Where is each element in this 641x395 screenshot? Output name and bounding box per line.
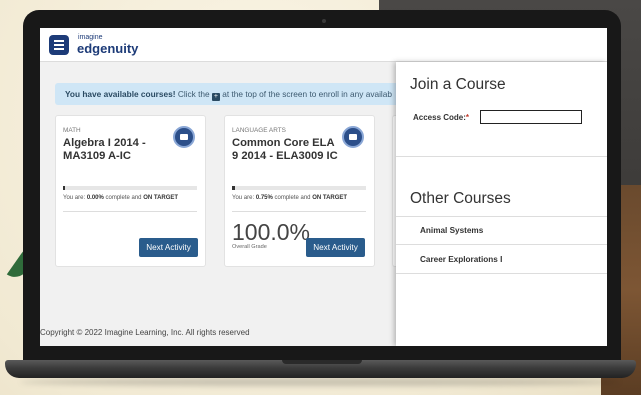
next-activity-button[interactable]: Next Activity	[139, 238, 198, 257]
course-title[interactable]: Algebra I 2014 - MA3109 A-IC	[63, 137, 173, 163]
section-divider	[396, 156, 607, 157]
access-code-input[interactable]	[480, 110, 582, 124]
plus-icon: +	[211, 93, 220, 101]
logo-text-small: imagine	[78, 34, 103, 41]
card-divider	[232, 211, 366, 212]
overall-grade-label: Overall Grade	[232, 244, 267, 250]
top-bar: imagine edgenuity	[40, 28, 607, 62]
webcam-icon	[322, 19, 326, 23]
progress-text: You are: 0.00% complete and ON TARGET	[63, 195, 178, 201]
other-course-item[interactable]: Animal Systems	[420, 226, 483, 235]
card-divider	[63, 211, 197, 212]
edgenuity-logo-icon[interactable]	[49, 35, 69, 55]
progress-text: You are: 0.75% complete and ON TARGET	[232, 195, 347, 201]
access-code-label-text: Access Code:	[413, 113, 466, 122]
banner-suffix: at the top of the screen to enroll in an…	[219, 89, 393, 99]
other-courses-title: Other Courses	[410, 190, 511, 207]
other-course-item[interactable]: Career Explorations I	[420, 255, 502, 264]
screen: imagine edgenuity You have available cou…	[40, 28, 607, 346]
course-side-panel: Join a Course Access Code:* Other Course…	[396, 62, 607, 346]
course-card[interactable]: LANGUAGE ARTS Common Core ELA 9 2014 - E…	[224, 115, 375, 267]
next-activity-button[interactable]: Next Activity	[306, 238, 365, 257]
course-icon	[342, 126, 364, 148]
course-icon	[173, 126, 195, 148]
course-card[interactable]: MATH Algebra I 2014 - MA3109 A-IC You ar…	[55, 115, 206, 267]
progress-bar	[63, 186, 197, 190]
list-divider	[396, 273, 607, 274]
join-course-title: Join a Course	[410, 76, 506, 93]
list-divider	[396, 244, 607, 245]
banner-prefix: Click the	[175, 89, 212, 99]
logo-text: edgenuity	[77, 41, 139, 56]
laptop-shadow	[20, 378, 620, 386]
course-subject: LANGUAGE ARTS	[232, 127, 286, 134]
progress-status: ON TARGET	[312, 195, 348, 201]
course-title[interactable]: Common Core ELA 9 2014 - ELA3009 IC	[232, 137, 342, 163]
progress-status: ON TARGET	[143, 195, 179, 201]
progress-middle: complete and	[272, 195, 313, 201]
progress-middle: complete and	[103, 195, 144, 201]
overall-grade: 100.0%	[232, 219, 311, 245]
progress-fill	[234, 186, 235, 190]
available-courses-banner: You have available courses! Click the + …	[55, 83, 455, 105]
laptop-notch	[282, 360, 362, 364]
copyright-footer: Copyright © 2022 Imagine Learning, Inc. …	[40, 328, 250, 337]
list-divider	[396, 216, 607, 217]
progress-percent: 0.75%	[255, 195, 273, 201]
access-code-label: Access Code:*	[413, 113, 469, 122]
progress-bar	[232, 186, 366, 190]
banner-bold: You have available courses!	[65, 89, 176, 99]
course-subject: MATH	[63, 127, 81, 134]
progress-prefix: You are:	[63, 195, 87, 201]
progress-prefix: You are:	[232, 195, 256, 201]
required-mark: *	[465, 113, 470, 122]
progress-percent: 0.00%	[86, 195, 104, 201]
